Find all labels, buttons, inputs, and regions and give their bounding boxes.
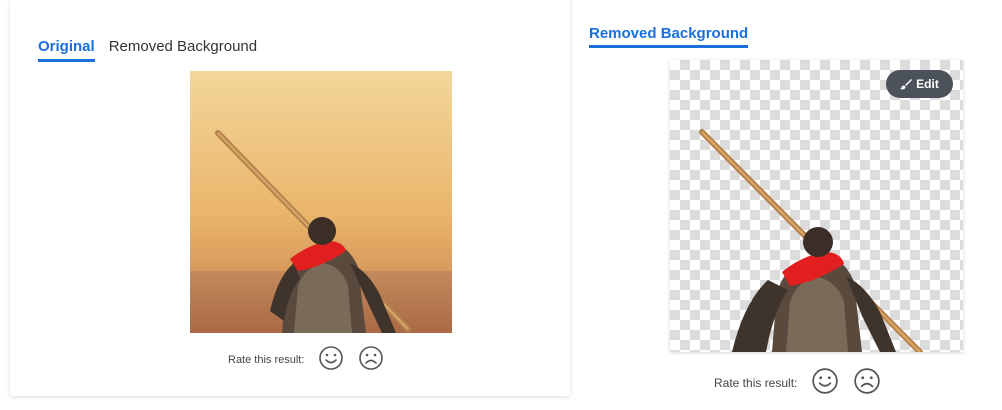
edit-button[interactable]: Edit <box>886 70 953 98</box>
original-photo <box>190 71 452 333</box>
frowning-face-icon[interactable] <box>853 367 881 398</box>
rating-row-removed: Rate this result: <box>714 367 881 398</box>
rate-label: Rate this result: <box>714 375 798 390</box>
edit-label: Edit <box>916 77 939 91</box>
image-view-tabs: Original Removed Background <box>38 38 257 62</box>
cutout-photo <box>699 129 923 352</box>
original-image-card: Original Removed Background Rate this re… <box>10 0 570 396</box>
frowning-face-icon[interactable] <box>358 345 384 374</box>
removed-background-title: Removed Background <box>589 25 749 48</box>
rate-label: Rate this result: <box>228 353 305 366</box>
tab-original[interactable]: Original <box>38 38 95 62</box>
removed-background-preview: Edit <box>670 60 963 352</box>
paintbrush-icon <box>900 79 913 90</box>
tab-removed-background[interactable]: Removed Background <box>109 38 257 62</box>
smiley-face-icon[interactable] <box>318 345 344 374</box>
smiley-face-icon[interactable] <box>811 367 839 398</box>
rating-row-original: Rate this result: <box>228 345 384 374</box>
